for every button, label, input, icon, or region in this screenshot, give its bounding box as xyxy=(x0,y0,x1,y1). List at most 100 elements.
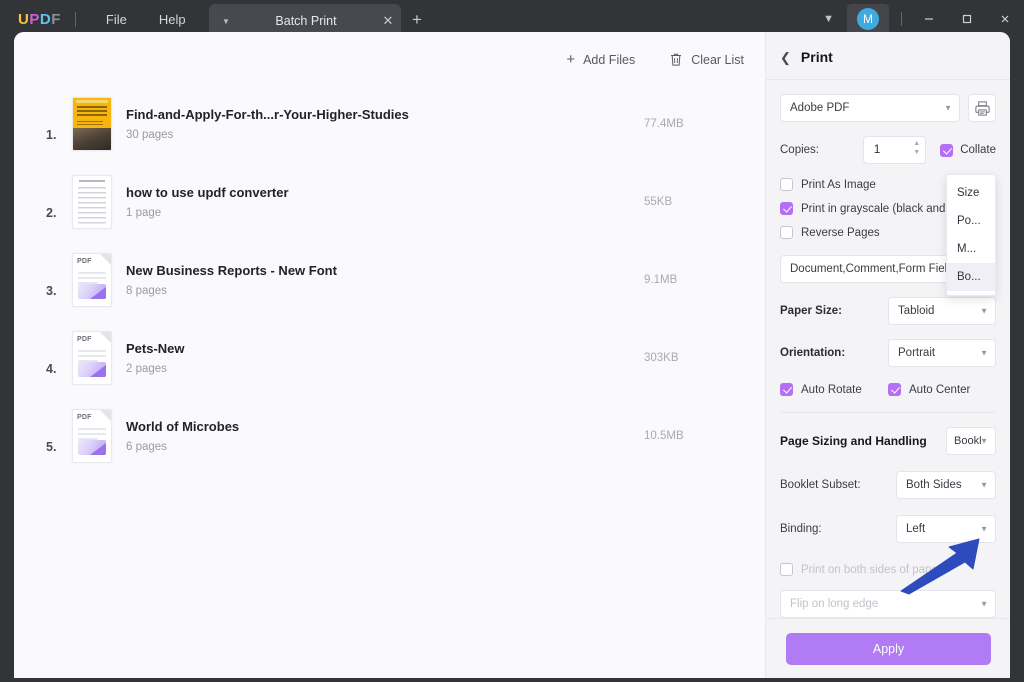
updf-logo: U P D F xyxy=(18,11,61,28)
auto-center-checkbox[interactable] xyxy=(888,383,901,396)
paper-size-select[interactable]: Tabloid ▼ xyxy=(888,297,996,325)
file-list-pane: + Add Files Clear List 1. xyxy=(14,32,765,678)
collate-label: Collate xyxy=(960,144,996,156)
paper-size-value: Tabloid xyxy=(898,305,934,317)
booklet-subset-select[interactable]: Both Sides ▼ xyxy=(896,471,996,499)
menu-help[interactable]: Help xyxy=(143,6,202,33)
collate-checkbox-row[interactable]: Collate xyxy=(940,144,996,157)
auto-center-row[interactable]: Auto Center xyxy=(888,383,996,396)
dropdown-option-booklet[interactable]: Bo... xyxy=(947,263,995,291)
printer-properties-button[interactable] xyxy=(968,94,996,122)
chevron-down-icon: ▼ xyxy=(980,437,988,446)
file-text: how to use updf converter 1 page xyxy=(126,185,626,219)
file-size: 55KB xyxy=(626,196,736,208)
dropdown-option-multiple[interactable]: M... xyxy=(947,235,995,263)
print-panel-body: Adobe PDF ▼ Copies: xyxy=(766,80,1010,618)
file-text: Find-and-Apply-For-th...r-Your-Higher-St… xyxy=(126,107,626,141)
add-files-button[interactable]: + Add Files xyxy=(562,48,639,71)
auto-center-label: Auto Center xyxy=(909,384,970,396)
maximize-icon xyxy=(961,13,973,25)
logo-letter-d: D xyxy=(40,11,51,28)
copies-row: Copies: 1 ▲ ▼ Collate xyxy=(780,136,996,164)
file-thumbnail xyxy=(72,175,112,229)
print-as-image-checkbox[interactable] xyxy=(780,178,793,191)
file-text: New Business Reports - New Font 8 pages xyxy=(126,263,626,297)
print-panel-footer: Apply xyxy=(766,618,1010,678)
file-index: 2. xyxy=(46,184,72,220)
tab-chevron-down-icon[interactable]: ▼ xyxy=(215,17,237,26)
file-list-toolbar: + Add Files Clear List xyxy=(562,48,748,71)
file-thumbnail: PDF xyxy=(72,409,112,463)
page-sizing-select[interactable]: Bookl ▼ xyxy=(946,427,996,455)
both-sides-label: Print on both sides of paper xyxy=(801,564,942,576)
new-tab-plus-icon[interactable]: + xyxy=(412,11,422,28)
file-list-item[interactable]: 2. how to use updf converter 1 page 55KB xyxy=(46,163,736,241)
apply-button[interactable]: Apply xyxy=(786,633,991,665)
paper-size-row: Paper Size: Tabloid ▼ xyxy=(780,297,996,325)
auto-rotate-row[interactable]: Auto Rotate xyxy=(780,383,888,396)
copies-label: Copies: xyxy=(780,144,863,156)
file-size: 77.4MB xyxy=(626,118,736,130)
booklet-subset-row: Booklet Subset: Both Sides ▼ xyxy=(780,471,996,499)
file-pages: 2 pages xyxy=(126,363,626,375)
dropdown-option-poster[interactable]: Po... xyxy=(947,207,995,235)
chevron-down-icon: ▼ xyxy=(944,104,952,113)
file-name: how to use updf converter xyxy=(126,185,626,200)
file-list-item[interactable]: 3. PDF New Business Reports - New Font 8… xyxy=(46,241,736,319)
chevron-left-icon[interactable]: ❮ xyxy=(780,51,791,64)
file-text: World of Microbes 6 pages xyxy=(126,419,626,453)
file-name: New Business Reports - New Font xyxy=(126,263,626,278)
logo-letter-u: U xyxy=(18,11,29,28)
file-pages: 30 pages xyxy=(126,129,626,141)
titlebar-divider xyxy=(75,12,76,27)
pdf-label: PDF xyxy=(77,414,92,421)
both-sides-row: Print on both sides of paper xyxy=(780,563,996,576)
file-list-item[interactable]: 5. PDF World of Microbes 6 pages 10.5MB xyxy=(46,397,736,475)
orientation-select[interactable]: Portrait ▼ xyxy=(888,339,996,367)
file-list-item[interactable]: 1. Find-and-Apply-For-th...r-Your-Higher… xyxy=(46,85,736,163)
file-name: Pets-New xyxy=(126,341,626,356)
printer-row: Adobe PDF ▼ xyxy=(780,94,996,122)
add-files-label: Add Files xyxy=(583,53,635,67)
titlebar-chevron-down-icon[interactable]: ▼ xyxy=(814,7,843,31)
auto-rotate-checkbox[interactable] xyxy=(780,383,793,396)
auto-options-row: Auto Rotate Auto Center xyxy=(780,383,996,396)
file-list-item[interactable]: 4. PDF Pets-New 2 pages 303KB xyxy=(46,319,736,397)
print-grayscale-checkbox[interactable] xyxy=(780,202,793,215)
auto-rotate-label: Auto Rotate xyxy=(801,384,862,396)
chevron-down-icon: ▼ xyxy=(980,307,988,316)
page-sizing-dropdown-menu[interactable]: Size Po... M... Bo... xyxy=(946,174,996,296)
tab-close-icon[interactable]: ✕ xyxy=(375,13,401,29)
binding-label: Binding: xyxy=(780,523,822,535)
page-sizing-section-header: Page Sizing and Handling Bookl ▼ xyxy=(780,427,996,455)
binding-select[interactable]: Left ▼ xyxy=(896,515,996,543)
copies-stepper[interactable]: 1 ▲ ▼ xyxy=(863,136,926,164)
file-list: 1. Find-and-Apply-For-th...r-Your-Higher… xyxy=(46,85,736,475)
stepper-up-icon[interactable]: ▲ xyxy=(913,141,920,146)
chevron-down-icon: ▼ xyxy=(980,481,988,490)
file-size: 9.1MB xyxy=(626,274,736,286)
printer-select-value: Adobe PDF xyxy=(790,102,849,114)
content-select-value: Document,Comment,Form Fields xyxy=(790,263,959,275)
chevron-down-icon: ▼ xyxy=(980,525,988,534)
pdf-label: PDF xyxy=(77,258,92,265)
file-pages: 1 page xyxy=(126,207,626,219)
stepper-down-icon[interactable]: ▼ xyxy=(913,150,920,155)
copies-value: 1 xyxy=(874,144,880,156)
menu-file[interactable]: File xyxy=(90,6,143,33)
avatar: M xyxy=(857,8,879,30)
print-panel-header: ❮ Print xyxy=(766,32,1010,80)
clear-list-button[interactable]: Clear List xyxy=(665,48,748,71)
reverse-pages-checkbox[interactable] xyxy=(780,226,793,239)
file-thumbnail xyxy=(72,97,112,151)
account-button[interactable]: M xyxy=(847,4,889,34)
collate-checkbox[interactable] xyxy=(940,144,953,157)
page-sizing-value: Bookl xyxy=(954,435,982,447)
clear-list-label: Clear List xyxy=(691,53,744,67)
file-index: 5. xyxy=(46,418,72,454)
printer-select[interactable]: Adobe PDF ▼ xyxy=(780,94,960,122)
binding-value: Left xyxy=(906,523,925,535)
both-sides-checkbox xyxy=(780,563,793,576)
stepper-arrows: ▲ ▼ xyxy=(913,141,920,155)
dropdown-option-size[interactable]: Size xyxy=(947,179,995,207)
